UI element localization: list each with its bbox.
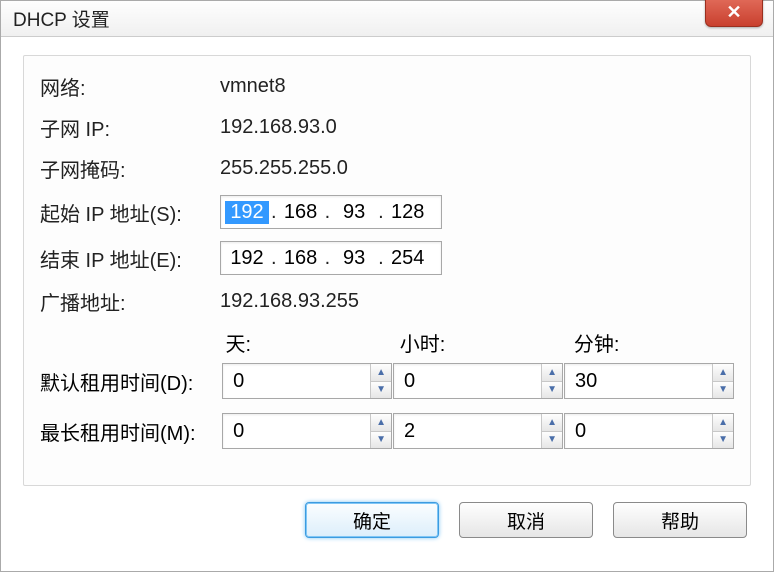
spinner-up-icon[interactable]: ▲ <box>371 364 391 382</box>
start-ip-label: 起始 IP 地址(S): <box>40 198 220 227</box>
max-lease-hours-input[interactable] <box>394 414 541 448</box>
network-value: vmnet8 <box>220 75 286 98</box>
ip-dot: . <box>376 201 386 224</box>
subnet-ip-value: 192.168.93.0 <box>220 116 337 139</box>
subnet-mask-row: 子网掩码: 255.255.255.0 <box>40 154 734 183</box>
end-ip-row: 结束 IP 地址(E): . . . <box>40 241 734 275</box>
default-lease-minutes-input[interactable] <box>565 364 712 398</box>
help-button[interactable]: 帮助 <box>613 502 747 538</box>
ip-dot: . <box>323 201 333 224</box>
default-lease-days-input[interactable] <box>223 364 370 398</box>
spinner-down-icon[interactable]: ▼ <box>713 432 733 449</box>
ip-dot: . <box>376 247 386 270</box>
subnet-ip-label: 子网 IP: <box>40 113 220 142</box>
start-ip-input[interactable]: . . . <box>220 195 442 229</box>
max-lease-minutes-input[interactable] <box>565 414 712 448</box>
end-ip-octet-4[interactable] <box>386 247 430 270</box>
ip-dot: . <box>323 247 333 270</box>
default-lease-hours-spinner[interactable]: ▲ ▼ <box>393 363 563 399</box>
spinner-down-icon[interactable]: ▼ <box>371 382 391 399</box>
end-ip-label: 结束 IP 地址(E): <box>40 244 220 273</box>
days-header: 天: <box>226 328 400 357</box>
subnet-mask-label: 子网掩码: <box>40 154 220 183</box>
start-ip-octet-1[interactable] <box>225 201 269 224</box>
max-lease-row: 最长租用时间(M): ▲ ▼ ▲ ▼ <box>40 413 734 449</box>
network-row: 网络: vmnet8 <box>40 72 734 101</box>
ip-dot: . <box>269 201 279 224</box>
window-title: DHCP 设置 <box>13 5 110 32</box>
ip-dot: . <box>269 247 279 270</box>
close-icon: ✕ <box>726 2 741 23</box>
start-ip-row: 起始 IP 地址(S): . . . <box>40 195 734 229</box>
broadcast-label: 广播地址: <box>40 287 220 316</box>
window-body: 网络: vmnet8 子网 IP: 192.168.93.0 子网掩码: 255… <box>1 37 773 552</box>
default-lease-label: 默认租用时间(D): <box>40 367 222 396</box>
max-lease-days-input[interactable] <box>223 414 370 448</box>
dhcp-settings-window: DHCP 设置 ✕ 网络: vmnet8 子网 IP: 192.168.93.0… <box>0 0 774 572</box>
spinner-down-icon[interactable]: ▼ <box>542 432 562 449</box>
start-ip-octet-3[interactable] <box>332 201 376 224</box>
end-ip-octet-3[interactable] <box>332 247 376 270</box>
spinner-up-icon[interactable]: ▲ <box>542 414 562 432</box>
spinner-down-icon[interactable]: ▼ <box>371 432 391 449</box>
default-lease-hours-input[interactable] <box>394 364 541 398</box>
end-ip-octet-1[interactable] <box>225 247 269 270</box>
spinner-down-icon[interactable]: ▼ <box>713 382 733 399</box>
dialog-buttons: 确定 取消 帮助 <box>23 502 751 538</box>
max-lease-days-spinner[interactable]: ▲ ▼ <box>222 413 392 449</box>
max-lease-minutes-spinner[interactable]: ▲ ▼ <box>564 413 734 449</box>
default-lease-minutes-spinner[interactable]: ▲ ▼ <box>564 363 734 399</box>
hours-header: 小时: <box>400 328 574 357</box>
subnet-ip-row: 子网 IP: 192.168.93.0 <box>40 113 734 142</box>
default-lease-days-spinner[interactable]: ▲ ▼ <box>222 363 392 399</box>
start-ip-octet-4[interactable] <box>386 201 430 224</box>
start-ip-octet-2[interactable] <box>279 201 323 224</box>
broadcast-row: 广播地址: 192.168.93.255 <box>40 287 734 316</box>
max-lease-hours-spinner[interactable]: ▲ ▼ <box>393 413 563 449</box>
subnet-mask-value: 255.255.255.0 <box>220 157 348 180</box>
spinner-up-icon[interactable]: ▲ <box>713 364 733 382</box>
network-label: 网络: <box>40 72 220 101</box>
lease-time-headers: 天: 小时: 分钟: <box>40 328 734 357</box>
spinner-down-icon[interactable]: ▼ <box>542 382 562 399</box>
broadcast-value: 192.168.93.255 <box>220 290 359 313</box>
end-ip-octet-2[interactable] <box>279 247 323 270</box>
spinner-up-icon[interactable]: ▲ <box>713 414 733 432</box>
ok-button[interactable]: 确定 <box>305 502 439 538</box>
settings-panel: 网络: vmnet8 子网 IP: 192.168.93.0 子网掩码: 255… <box>23 55 751 486</box>
cancel-button[interactable]: 取消 <box>459 502 593 538</box>
titlebar: DHCP 设置 ✕ <box>1 1 773 37</box>
minutes-header: 分钟: <box>574 328 734 357</box>
end-ip-input[interactable]: . . . <box>220 241 442 275</box>
spinner-up-icon[interactable]: ▲ <box>371 414 391 432</box>
default-lease-row: 默认租用时间(D): ▲ ▼ ▲ ▼ <box>40 363 734 399</box>
max-lease-label: 最长租用时间(M): <box>40 417 222 446</box>
close-button[interactable]: ✕ <box>705 0 763 27</box>
spinner-up-icon[interactable]: ▲ <box>542 364 562 382</box>
